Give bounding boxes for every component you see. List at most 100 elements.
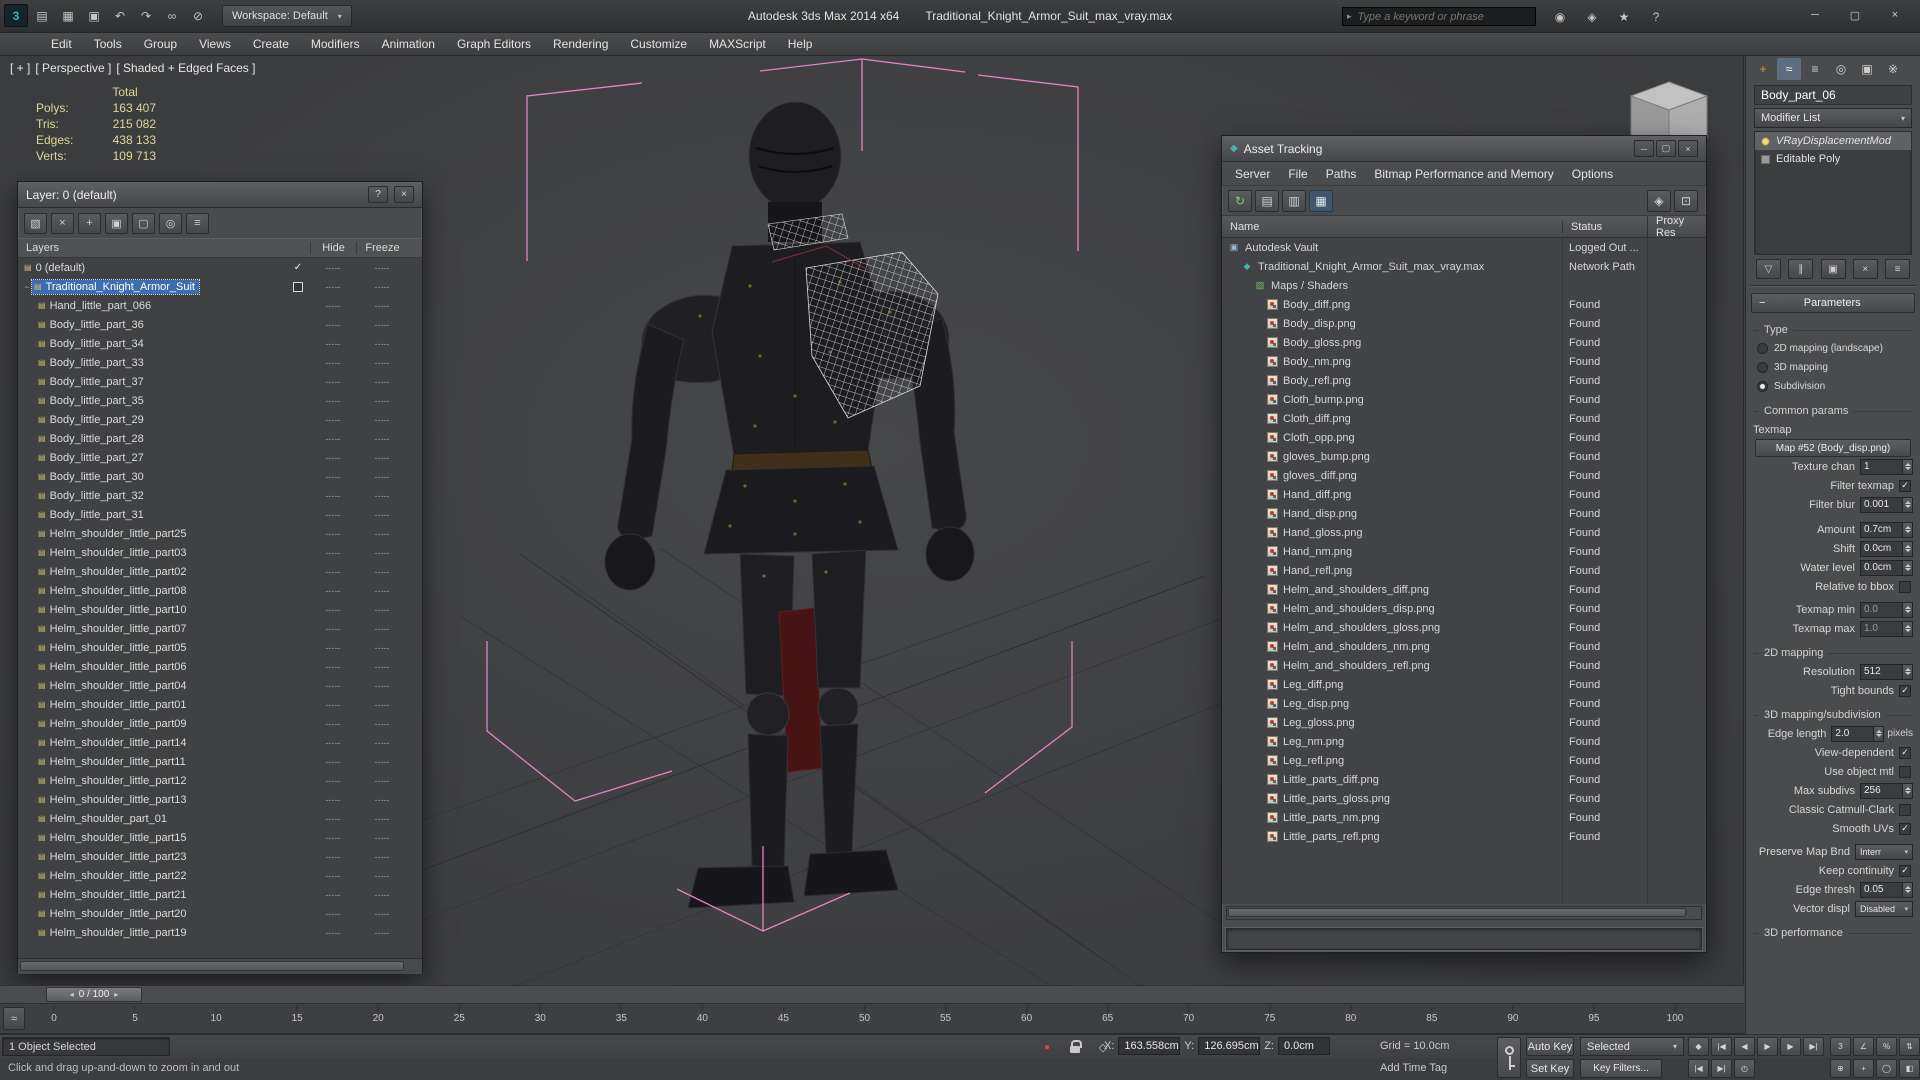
hide-toggle[interactable]: ----- — [310, 795, 356, 805]
modifier-stack-item[interactable]: Editable Poly — [1755, 150, 1911, 168]
scrollbar-thumb[interactable] — [20, 961, 404, 971]
view-dependent-checkbox[interactable] — [1899, 747, 1911, 759]
layer-row[interactable]: ▤Helm_shoulder_little_part19---------- — [18, 923, 422, 942]
resolution-field[interactable]: 512 — [1860, 664, 1902, 680]
layer-row[interactable]: ▤Body_little_part_34---------- — [18, 334, 422, 353]
modifier-list-dropdown[interactable]: Modifier List — [1754, 108, 1912, 128]
asset-row[interactable]: Leg_diff.pngFound — [1222, 675, 1706, 694]
asset-row[interactable]: Helm_and_shoulders_diff.pngFound — [1222, 580, 1706, 599]
hide-toggle[interactable]: ----- — [310, 776, 356, 786]
freeze-toggle[interactable]: ----- — [356, 320, 408, 330]
viewport-menu-view[interactable]: [ Perspective ] — [35, 61, 111, 75]
timeline-tick[interactable]: 10 — [211, 1006, 222, 1024]
hide-toggle[interactable]: ----- — [310, 396, 356, 406]
make-unique-button[interactable]: ▣ — [1821, 259, 1846, 279]
hide-toggle[interactable]: ----- — [310, 339, 356, 349]
layer-row[interactable]: ▤Body_little_part_29---------- — [18, 410, 422, 429]
hide-toggle[interactable]: ----- — [310, 472, 356, 482]
minimize-button[interactable]: ─ — [1796, 3, 1834, 27]
freeze-toggle[interactable]: ----- — [356, 814, 408, 824]
unlink-selection-button[interactable]: ⊘ — [186, 4, 210, 27]
timeline-tick[interactable]: 25 — [454, 1006, 465, 1024]
max-subdivs-field[interactable]: 256 — [1860, 783, 1902, 799]
layer-row[interactable]: ▤Helm_shoulder_little_part23---------- — [18, 847, 422, 866]
edge-thresh-field[interactable]: 0.05 — [1860, 882, 1902, 898]
layer-row[interactable]: ▤Body_little_part_35---------- — [18, 391, 422, 410]
filter-texmap-checkbox[interactable] — [1899, 480, 1911, 492]
layer-row[interactable]: ▤Helm_shoulder_little_part21---------- — [18, 885, 422, 904]
freeze-toggle[interactable]: ----- — [356, 567, 408, 577]
timeline-tick[interactable]: 90 — [1507, 1006, 1518, 1024]
zoom-button[interactable]: ⊕ — [1830, 1059, 1851, 1078]
hide-toggle[interactable]: ----- — [310, 358, 356, 368]
freeze-toggle[interactable]: ----- — [356, 928, 408, 938]
water-level-spinner[interactable] — [1902, 560, 1913, 576]
hide-toggle[interactable]: ----- — [310, 719, 356, 729]
freeze-toggle[interactable]: ----- — [356, 453, 408, 463]
hide-toggle[interactable]: ----- — [310, 491, 356, 501]
close-button[interactable]: × — [1678, 140, 1698, 157]
freeze-toggle[interactable]: ----- — [356, 548, 408, 558]
next-key-button[interactable]: ▶| — [1711, 1059, 1732, 1078]
scrollbar-thumb[interactable] — [1228, 908, 1686, 917]
freeze-toggle[interactable]: ----- — [356, 757, 408, 767]
hide-toggle[interactable]: ----- — [310, 567, 356, 577]
max-subdivs-spinner[interactable] — [1902, 783, 1913, 799]
set-current-layer-button[interactable]: ◎ — [159, 213, 182, 234]
hide-toggle[interactable]: ----- — [310, 548, 356, 558]
menu-item-group[interactable]: Group — [133, 33, 188, 56]
hide-toggle[interactable]: ----- — [310, 624, 356, 634]
timeline-tick[interactable]: 55 — [940, 1006, 951, 1024]
workspace-selector[interactable]: Workspace: Default ▾ — [222, 5, 352, 27]
texture-chan-field[interactable]: 1 — [1860, 459, 1902, 475]
freeze-toggle[interactable]: ----- — [356, 434, 408, 444]
freeze-toggle[interactable]: ----- — [356, 586, 408, 596]
track-bar[interactable]: ≈ 05101520253035404550556065707580859095… — [0, 1004, 1744, 1034]
hide-toggle[interactable]: ----- — [310, 757, 356, 767]
menu-item-animation[interactable]: Animation — [371, 33, 446, 56]
freeze-toggle[interactable]: ----- — [356, 605, 408, 615]
edge-length-field[interactable]: 2.0 — [1831, 726, 1873, 742]
search-settings-icon[interactable]: ◈ — [1580, 5, 1604, 28]
timeline-tick[interactable]: 95 — [1588, 1006, 1599, 1024]
layer-row[interactable]: ▤Helm_shoulder_little_part01---------- — [18, 695, 422, 714]
modifier-enable-bulb-icon[interactable] — [1761, 137, 1770, 146]
tab-display-icon[interactable]: ▣ — [1855, 58, 1879, 80]
asset-row[interactable]: Hand_refl.pngFound — [1222, 561, 1706, 580]
x-coordinate-field[interactable]: 163.558cm — [1118, 1037, 1180, 1055]
freeze-toggle[interactable]: ----- — [356, 510, 408, 520]
modifier-stack-item[interactable]: VRayDisplacementMod — [1755, 132, 1911, 150]
favorites-icon[interactable]: ★ — [1612, 5, 1636, 28]
freeze-toggle[interactable]: ----- — [356, 700, 408, 710]
detail-view-button[interactable]: ▥ — [1282, 190, 1306, 212]
hide-toggle[interactable]: ----- — [310, 320, 356, 330]
pin-stack-button[interactable]: ▽ — [1756, 259, 1781, 279]
asset-row[interactable]: ▧Maps / Shaders — [1222, 276, 1706, 295]
timeline-tick[interactable]: 5 — [132, 1006, 138, 1024]
texmap-min-spinner[interactable] — [1902, 602, 1913, 618]
asset-menu-paths[interactable]: Paths — [1317, 162, 1366, 186]
asset-row[interactable]: gloves_bump.pngFound — [1222, 447, 1706, 466]
asset-row[interactable]: Hand_disp.pngFound — [1222, 504, 1706, 523]
hide-toggle[interactable]: ----- — [310, 662, 356, 672]
hide-toggle[interactable]: ----- — [310, 643, 356, 653]
tight-bounds-checkbox[interactable] — [1899, 685, 1911, 697]
asset-row[interactable]: Leg_gloss.pngFound — [1222, 713, 1706, 732]
add-selection-to-layer-button[interactable]: ▣ — [105, 213, 128, 234]
tab-create-icon[interactable]: + — [1751, 58, 1775, 80]
asset-row[interactable]: Helm_and_shoulders_gloss.pngFound — [1222, 618, 1706, 637]
asset-row[interactable]: Leg_refl.pngFound — [1222, 751, 1706, 770]
show-end-result-button[interactable]: ∥ — [1788, 259, 1813, 279]
asset-row[interactable]: Cloth_opp.pngFound — [1222, 428, 1706, 447]
asset-horizontal-scrollbar[interactable] — [1226, 906, 1702, 920]
freeze-toggle[interactable]: ----- — [356, 738, 408, 748]
amount-field[interactable]: 0.7cm — [1860, 522, 1902, 538]
previous-frame-button[interactable]: ◀ — [1734, 1037, 1755, 1056]
asset-menu-bitmap-performance-and-memory[interactable]: Bitmap Performance and Memory — [1365, 162, 1562, 186]
asset-row[interactable]: Cloth_bump.pngFound — [1222, 390, 1706, 409]
asset-row[interactable]: Body_disp.pngFound — [1222, 314, 1706, 333]
menu-item-customize[interactable]: Customize — [619, 33, 698, 56]
orbit-button[interactable]: ◯ — [1876, 1059, 1897, 1078]
layer-row[interactable]: ▤0 (default)✓---------- — [18, 258, 422, 277]
shift-field[interactable]: 0.0cm — [1860, 541, 1902, 557]
